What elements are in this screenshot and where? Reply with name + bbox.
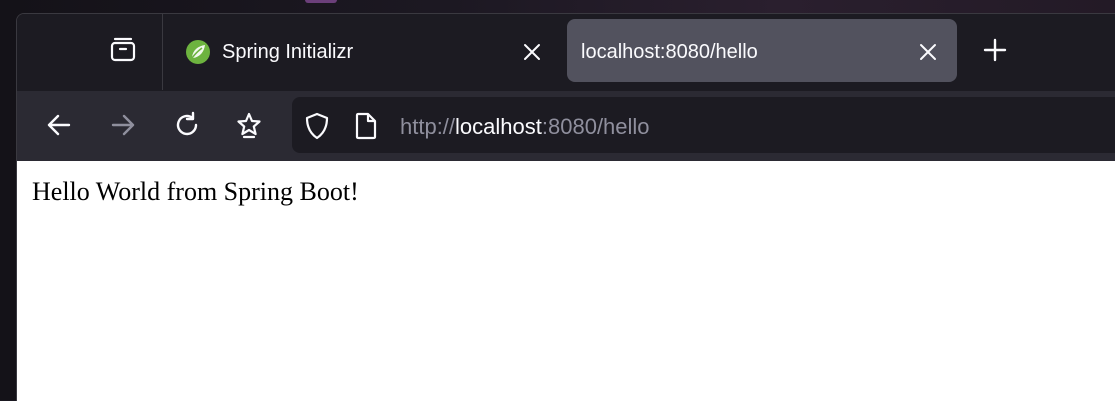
- tab-localhost-hello[interactable]: localhost:8080/hello: [567, 19, 957, 82]
- reload-button[interactable]: [169, 107, 205, 143]
- address-bar[interactable]: http://localhost:8080/hello: [292, 97, 1115, 153]
- tab-title: localhost:8080/hello: [581, 41, 758, 63]
- page-info-button[interactable]: [352, 111, 380, 141]
- close-icon[interactable]: [916, 40, 940, 64]
- arrow-left-icon: [47, 114, 71, 136]
- url-host: localhost: [455, 114, 542, 139]
- url-path: :8080/hello: [541, 114, 650, 139]
- page-body-text: Hello World from Spring Boot!: [32, 177, 359, 206]
- close-icon[interactable]: [520, 40, 544, 64]
- navigation-toolbar: http://localhost:8080/hello: [17, 91, 1115, 161]
- bookmark-button[interactable]: [231, 107, 267, 143]
- new-tab-button[interactable]: [979, 34, 1011, 66]
- spring-leaf-icon: [186, 40, 210, 64]
- taskbar-indicator: [305, 0, 337, 3]
- tab-divider: [162, 14, 163, 90]
- shield-icon: [305, 112, 329, 140]
- url-text[interactable]: http://localhost:8080/hello: [400, 114, 650, 140]
- plus-icon: [983, 38, 1007, 62]
- tab-manager-button[interactable]: [105, 32, 141, 68]
- arrow-right-icon: [111, 114, 135, 136]
- back-button[interactable]: [41, 107, 77, 143]
- site-security-button[interactable]: [302, 111, 332, 141]
- tab-spring-initializr[interactable]: Spring Initializr: [177, 19, 557, 82]
- page-icon: [355, 112, 377, 140]
- url-scheme: http://: [400, 114, 456, 139]
- tab-title: Spring Initializr: [222, 41, 354, 63]
- tab-manager-icon: [110, 37, 136, 62]
- star-icon: [237, 112, 261, 139]
- tab-strip: Spring Initializr localhost:8080/hello: [17, 14, 1115, 91]
- browser-window: Spring Initializr localhost:8080/hello h…: [16, 13, 1115, 401]
- page-content: Hello World from Spring Boot!: [17, 161, 1115, 401]
- reload-icon: [176, 111, 198, 136]
- forward-button[interactable]: [105, 107, 141, 143]
